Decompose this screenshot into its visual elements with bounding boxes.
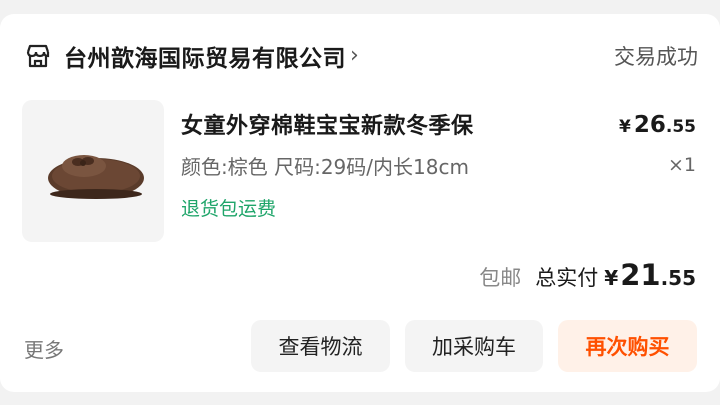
return-shipping-badge: 退货包运费 — [181, 198, 277, 220]
order-card: 台州歆海国际贸易有限公司 › 交易成功 女童外穿棉鞋宝宝新款冬季保 颜色:棕色 … — [0, 14, 720, 392]
more-button[interactable]: 更多 — [24, 334, 64, 363]
buy-again-button[interactable]: 再次购买 — [558, 320, 697, 372]
total-integer: 21 — [620, 258, 661, 292]
total-label: 总实付 — [535, 266, 599, 290]
shop-name[interactable]: 台州歆海国际贸易有限公司 — [64, 39, 346, 73]
free-shipping-label: 包邮 — [479, 266, 522, 290]
chevron-right-icon[interactable]: › — [350, 45, 359, 67]
unit-price-integer: 26 — [633, 112, 666, 138]
product-spec: 颜色:棕色 尺码:29码/内长18cm — [181, 155, 469, 179]
brown-fluffy-shoe-image — [48, 155, 144, 199]
order-status: 交易成功 — [614, 45, 698, 69]
total-symbol: ¥ — [604, 266, 619, 290]
store-icon — [24, 42, 52, 70]
shop-header[interactable]: 台州歆海国际贸易有限公司 › 交易成功 — [24, 38, 698, 74]
product-title[interactable]: 女童外穿棉鞋宝宝新款冬季保 — [181, 108, 474, 140]
view-logistics-button[interactable]: 查看物流 — [251, 320, 390, 372]
product-image[interactable] — [22, 100, 164, 242]
total-decimal: .55 — [660, 266, 696, 290]
unit-price-symbol: ¥ — [619, 117, 631, 137]
order-total: 包邮 总实付 ¥ 21 .55 — [479, 258, 696, 292]
unit-price: ¥ 26 .55 — [619, 112, 696, 138]
unit-price-decimal: .55 — [665, 117, 696, 137]
add-to-cart-button[interactable]: 加采购车 — [405, 320, 543, 372]
quantity: ×1 — [667, 154, 696, 176]
